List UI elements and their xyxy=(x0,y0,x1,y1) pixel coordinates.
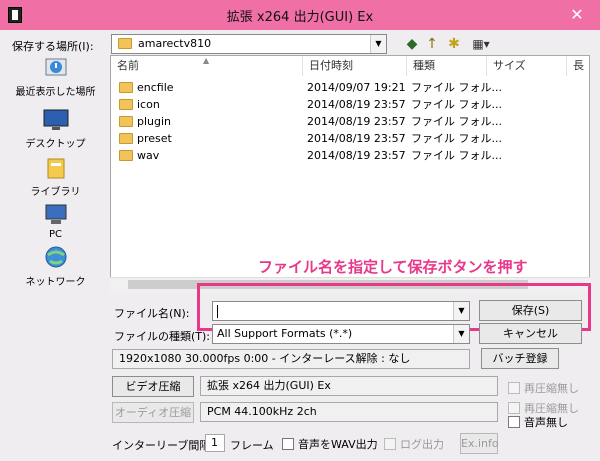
file-name: encfile xyxy=(137,81,174,94)
column-label: 名前 xyxy=(117,59,139,72)
column-header-date[interactable]: 日付時刻 xyxy=(303,56,407,76)
file-row[interactable]: wav 2014/08/19 23:57 ファイル フォル... xyxy=(111,147,589,164)
file-date: 2014/08/19 23:57 xyxy=(307,115,406,128)
folder-icon xyxy=(119,150,133,161)
file-type: ファイル フォル... xyxy=(411,132,502,145)
chevron-down-icon[interactable]: ▼ xyxy=(453,325,469,343)
window-title: 拡張 x264 出力(GUI) Ex xyxy=(226,10,374,25)
filetype-label: ファイルの種類(T): xyxy=(114,330,211,343)
exinfo-button[interactable]: Ex.info xyxy=(460,433,499,454)
close-button[interactable]: ✕ xyxy=(566,6,588,24)
checkbox[interactable] xyxy=(508,382,520,394)
checkbox-label: 再圧縮無し xyxy=(524,382,579,395)
checkbox[interactable] xyxy=(508,402,520,414)
file-row[interactable]: icon 2014/08/19 23:57 ファイル フォル... xyxy=(111,96,589,113)
checkbox-label: ログ出力 xyxy=(400,438,444,451)
folder-icon xyxy=(118,38,132,49)
column-header-size[interactable]: サイズ xyxy=(487,56,567,76)
file-type: ファイル フォル... xyxy=(411,98,502,111)
file-date: 2014/08/19 23:57 xyxy=(307,98,406,111)
view-menu-icon[interactable]: ▦▾ xyxy=(468,35,494,53)
up-folder-icon[interactable]: ↑ xyxy=(422,35,442,53)
folder-icon xyxy=(119,116,133,127)
checkbox-label: 音声をWAV出力 xyxy=(298,438,378,451)
checkbox-label: 音声無し xyxy=(524,416,568,429)
filetype-value: All Support Formats (*.*) xyxy=(217,327,353,340)
desktop-icon xyxy=(41,107,71,133)
interleave-label: インターリーブ間隔 : xyxy=(112,439,218,452)
file-type: ファイル フォル... xyxy=(411,115,502,128)
no-audio-check[interactable]: 音声無し xyxy=(508,414,568,430)
file-name: preset xyxy=(137,132,172,145)
place-label: PC xyxy=(48,229,62,240)
audio-codec-text: PCM 44.100kHz 2ch xyxy=(200,402,498,422)
filename-input[interactable]: ▼ xyxy=(212,301,470,321)
place-label: 最近表示した場所 xyxy=(15,87,96,98)
checkbox[interactable] xyxy=(508,416,520,428)
save-button[interactable]: 保存(S) xyxy=(479,300,582,321)
places-bar: 最近表示した場所 デスクトップ ライブラリ PC ネットワーク xyxy=(8,55,103,293)
pc-icon xyxy=(41,201,71,227)
folder-icon xyxy=(119,99,133,110)
sort-ascending-icon: ▲ xyxy=(203,56,210,65)
file-name: plugin xyxy=(137,115,172,128)
save-location-label: 保存する場所(I): xyxy=(12,40,94,53)
new-folder-icon[interactable]: ✱ xyxy=(444,35,464,53)
checkbox[interactable] xyxy=(384,438,396,450)
place-pc[interactable]: PC xyxy=(8,201,103,240)
place-recent[interactable]: 最近表示した場所 xyxy=(8,55,103,98)
file-name: icon xyxy=(137,98,160,111)
video-codec-text: 拡張 x264 出力(GUI) Ex xyxy=(200,376,498,396)
instruction-annotation: ファイル名を指定して保存ボタンを押す xyxy=(258,258,528,276)
interleave-unit: フレーム xyxy=(230,439,274,452)
batch-register-button[interactable]: バッチ登録 xyxy=(481,348,559,369)
interleave-input[interactable]: 1 xyxy=(205,434,225,452)
file-row[interactable]: encfile 2014/09/07 19:21 ファイル フォル... xyxy=(111,79,589,96)
place-libraries[interactable]: ライブラリ xyxy=(8,155,103,198)
file-type: ファイル フォル... xyxy=(411,81,502,94)
file-row[interactable]: preset 2014/08/19 23:57 ファイル フォル... xyxy=(111,130,589,147)
audio-compress-button[interactable]: オーディオ圧縮 xyxy=(112,402,194,423)
folder-icon xyxy=(119,133,133,144)
folder-icon xyxy=(119,82,133,93)
cancel-button[interactable]: キャンセル xyxy=(479,323,582,344)
column-header-type[interactable]: 種類 xyxy=(407,56,487,76)
place-label: デスクトップ xyxy=(25,139,86,150)
video-info-text: 1920x1080 30.000fps 0:00 - インターレース解除 : な… xyxy=(112,349,470,369)
column-header-extra[interactable]: 長 xyxy=(567,56,589,76)
video-no-recompress-check[interactable]: 再圧縮無し xyxy=(508,380,579,396)
place-network[interactable]: ネットワーク xyxy=(8,245,103,288)
save-location-combo[interactable]: amarectv810 ▼ xyxy=(111,34,387,54)
column-header-name[interactable]: 名前 ▲ xyxy=(111,56,303,76)
place-label: ライブラリ xyxy=(30,187,81,198)
file-date: 2014/08/19 23:57 xyxy=(307,132,406,145)
file-date: 2014/08/19 23:57 xyxy=(307,149,406,162)
libraries-icon xyxy=(41,155,71,181)
back-icon[interactable]: ◆ xyxy=(402,35,422,53)
file-name: wav xyxy=(137,149,160,162)
filetype-select[interactable]: All Support Formats (*.*) ▼ xyxy=(212,324,470,344)
log-output-check[interactable]: ログ出力 xyxy=(384,436,444,452)
place-desktop[interactable]: デスクトップ xyxy=(8,107,103,150)
text-cursor xyxy=(217,305,218,318)
checkbox[interactable] xyxy=(282,438,294,450)
file-row[interactable]: plugin 2014/08/19 23:57 ファイル フォル... xyxy=(111,113,589,130)
recent-places-icon xyxy=(41,55,71,81)
file-date: 2014/09/07 19:21 xyxy=(307,81,406,94)
video-compress-button[interactable]: ビデオ圧縮 xyxy=(112,376,194,397)
network-icon xyxy=(41,245,71,271)
chevron-down-icon[interactable]: ▼ xyxy=(453,302,469,320)
filename-label: ファイル名(N): xyxy=(114,307,190,320)
save-location-value: amarectv810 xyxy=(138,37,212,50)
chevron-down-icon[interactable]: ▼ xyxy=(370,35,386,53)
place-label: ネットワーク xyxy=(25,277,86,288)
audio-wav-check[interactable]: 音声をWAV出力 xyxy=(282,436,378,452)
file-type: ファイル フォル... xyxy=(411,149,502,162)
